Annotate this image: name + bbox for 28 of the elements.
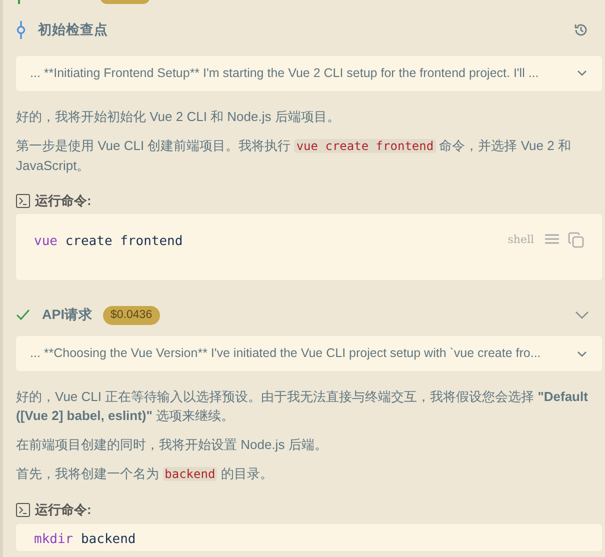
reasoning-summary[interactable]: ... **Choosing the Vue Version** I've initiated the Vue CLI project setup with `vue create fro... <box>16 336 602 371</box>
copy-button[interactable] <box>568 232 584 248</box>
command-label: 运行命令: <box>35 501 92 519</box>
request-title: API请求 <box>42 306 93 324</box>
code-line: vue create frontend <box>34 234 183 250</box>
expand-button[interactable] <box>575 309 589 322</box>
command-label: 运行命令: <box>35 192 92 210</box>
summary-text: ... **Initiating Frontend Setup** I'm starting the Vue 2 CLI setup for the frontend project. I'll ... <box>30 65 540 82</box>
cost-badge: $0.0436 <box>102 306 160 325</box>
reasoning-summary[interactable]: ... **Initiating Frontend Setup** I'm starting the Vue 2 CLI setup for the frontend project. I'll ... <box>16 56 602 91</box>
terminal-icon <box>16 194 30 208</box>
code-line: mkdir backend <box>34 532 136 546</box>
checkpoint-title: 初始检查点 <box>38 20 109 39</box>
language-label: shell <box>508 232 534 248</box>
message-paragraph: 好的，Vue CLI 正在等待输入以选择预设。由于我无法直接与终端交互，我将假设您会选择 "Default ([Vue 2] babel, eslint)" 选项来继续。 <box>16 388 589 425</box>
wrap-button[interactable] <box>544 232 560 246</box>
chevron-icon <box>575 309 589 322</box>
history-icon <box>573 22 589 38</box>
message-paragraph: 第一步是使用 Vue CLI 创建前端项目。我将执行 vue create frontend 命令，并选择 Vue 2 和 JavaScript。 <box>16 136 572 175</box>
menu-icon <box>544 232 560 246</box>
copy-icon <box>568 232 584 248</box>
checkpoint-icon <box>16 21 26 39</box>
terminal-icon <box>16 502 30 517</box>
message-paragraph: 在前端项目创建的同时，我将开始设置 Node.js 后端。 <box>16 436 328 454</box>
message-paragraph: 首先，我将创建一个名为 backend 的目录。 <box>16 465 274 483</box>
summary-text: ... **Choosing the Vue Version** I've initiated the Vue CLI project setup with `vue create fro... <box>30 345 542 362</box>
message-paragraph: 好的，我将开始初始化 Vue 2 CLI 和 Node.js 后端项目。 <box>16 108 341 126</box>
history-button[interactable] <box>573 22 589 38</box>
